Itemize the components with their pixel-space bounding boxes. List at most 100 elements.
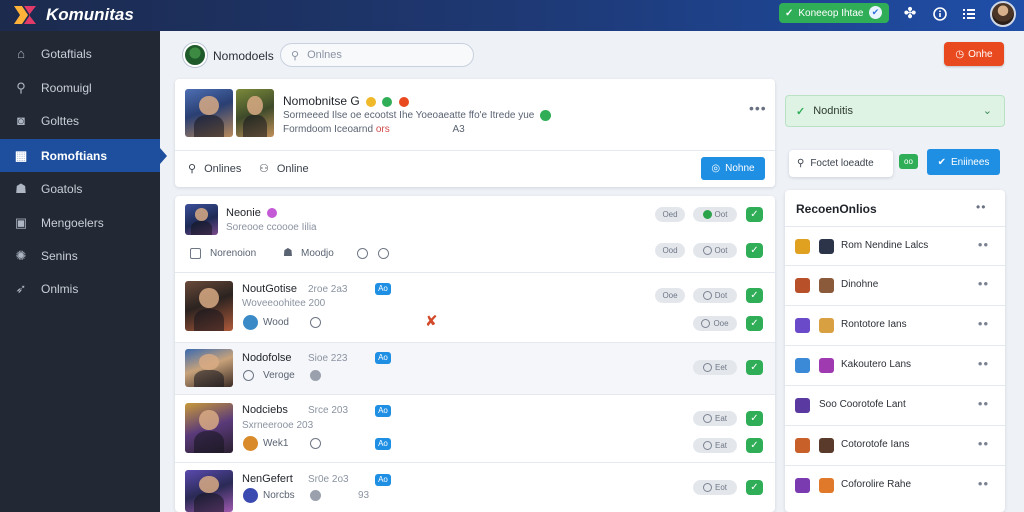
- approve-icon[interactable]: ✓: [746, 480, 763, 495]
- list-item-label: Cotorotofe Ians: [841, 439, 910, 450]
- more-options-icon[interactable]: ••: [978, 476, 989, 491]
- more-options-icon[interactable]: ••: [976, 200, 986, 214]
- approve-icon[interactable]: ✓: [746, 243, 763, 258]
- more-options-icon[interactable]: ••: [978, 237, 989, 252]
- menu-icon[interactable]: [959, 4, 979, 24]
- sword-icon[interactable]: ✘: [425, 312, 438, 330]
- search-icon: ⚲: [797, 158, 805, 169]
- feed-badge[interactable]: Ao: [375, 352, 391, 364]
- tag-chip[interactable]: Eot: [693, 480, 737, 495]
- feed-badge[interactable]: Ao: [375, 283, 391, 295]
- approve-icon[interactable]: ✓: [746, 411, 763, 426]
- info-icon[interactable]: [930, 4, 950, 24]
- approve-icon[interactable]: ✓: [746, 360, 763, 375]
- tag-chip[interactable]: Oot: [693, 207, 737, 222]
- list-item[interactable]: Coforolire Rahe ••: [785, 465, 1005, 505]
- status-icon: [310, 317, 321, 328]
- select-checkbox[interactable]: [190, 248, 201, 259]
- feed-avatar[interactable]: [185, 403, 233, 453]
- sidebar-item-media[interactable]: ▣ Mengoelers: [0, 206, 160, 239]
- feed-line2-label: Norcbs: [263, 490, 295, 501]
- tag-chip[interactable]: Ooe: [655, 288, 685, 303]
- join-button[interactable]: ✔ Eniinees: [927, 149, 1000, 175]
- check-icon: ✓: [785, 7, 794, 19]
- feed-name: Nodciebs: [242, 404, 288, 416]
- tag-chip[interactable]: Eat: [693, 411, 737, 426]
- feed-avatar[interactable]: [185, 204, 218, 235]
- community-avatar[interactable]: [183, 43, 207, 67]
- tag-chip[interactable]: Ooe: [693, 316, 737, 331]
- more-options-icon[interactable]: ••: [978, 396, 989, 411]
- mini-avatar[interactable]: [243, 488, 258, 503]
- feed-sub: Woveeoohitee 200: [242, 298, 326, 309]
- brand-name[interactable]: Komunitas: [46, 5, 134, 25]
- logo-icon[interactable]: [12, 4, 38, 26]
- featured-desc-line1: Sormeeed Ilse oe ecootst Ihe Yoeoaeatte …: [283, 110, 552, 121]
- mini-avatar[interactable]: [243, 315, 258, 330]
- sidebar-item-search[interactable]: ⚲ Roomuigl: [0, 71, 160, 104]
- tab-label: Online: [276, 162, 309, 175]
- more-options-icon[interactable]: ••: [978, 276, 989, 291]
- list-item[interactable]: Rom Nendine Lalcs ••: [785, 226, 1005, 266]
- sidebar-item-label: Gotaftials: [41, 46, 92, 61]
- sidebar-item-camera[interactable]: ◙ Golttes: [0, 104, 160, 137]
- feed-badge[interactable]: Ao: [375, 438, 391, 450]
- approve-icon[interactable]: ✓: [746, 288, 763, 303]
- green-badge-icon: [382, 96, 393, 107]
- count-tag[interactable]: oo: [899, 154, 918, 169]
- tag-chip[interactable]: Eat: [693, 438, 737, 453]
- mini-avatar[interactable]: [243, 436, 258, 451]
- tag-chip[interactable]: Oot: [693, 243, 737, 258]
- tab-online[interactable]: ⚇ Online: [259, 162, 309, 176]
- sidebar-item-contacts[interactable]: ☗ Goatols: [0, 172, 160, 205]
- tag-chip[interactable]: Ood: [655, 243, 685, 258]
- sidebar-item-settings[interactable]: ✺ Senins: [0, 239, 160, 272]
- filter-dropdown[interactable]: ✓ Nodnitis ⌄: [785, 95, 1005, 127]
- list-item[interactable]: Cotorotofe Ians ••: [785, 425, 1005, 465]
- item-icon: [819, 318, 834, 333]
- item-icon: [819, 438, 834, 453]
- status-pill[interactable]: ✓ Koneeop Ihtae ✔: [779, 3, 889, 23]
- list-item[interactable]: Kakoutero Lans ••: [785, 345, 1005, 385]
- filter-input[interactable]: ⚲ Foctet loeadte: [789, 150, 893, 177]
- sidebar-item-online[interactable]: ➶ Onlmis: [0, 272, 160, 305]
- more-options-icon[interactable]: ••: [978, 316, 989, 331]
- list-item[interactable]: Soo Coorotofe Lant ••: [785, 385, 1005, 425]
- approve-icon[interactable]: ✓: [746, 438, 763, 453]
- follow-button[interactable]: ◎ Nohne: [701, 157, 765, 180]
- more-options-icon[interactable]: ••: [978, 356, 989, 371]
- tag-chip[interactable]: Eet: [693, 360, 737, 375]
- tag-chip[interactable]: Dot: [693, 288, 737, 303]
- camera-icon: ◙: [17, 112, 25, 128]
- more-options-icon[interactable]: •••: [749, 100, 767, 116]
- feed-avatar[interactable]: [185, 349, 233, 387]
- user-avatar[interactable]: [990, 1, 1016, 27]
- feed-badge[interactable]: Ao: [375, 405, 391, 417]
- online-list-title: RecoenOnlios: [796, 202, 877, 216]
- tab-onlines[interactable]: ⚲ Onlines: [188, 162, 241, 176]
- featured-thumb-2[interactable]: [236, 89, 274, 137]
- sidebar-item-home[interactable]: ⌂ Gotaftials: [0, 37, 160, 70]
- chat-icon[interactable]: [378, 248, 389, 259]
- approve-icon[interactable]: ✓: [746, 207, 763, 222]
- row-divider: [175, 462, 775, 463]
- featured-thumb-1[interactable]: [185, 89, 233, 137]
- list-item[interactable]: Rontotore Ians ••: [785, 305, 1005, 345]
- sidebar-item-communities[interactable]: ▦ Romoftians: [0, 139, 167, 172]
- top-bar: Komunitas ✓ Koneeop Ihtae ✔ ✤: [0, 0, 1024, 31]
- action-button[interactable]: ◷ Onhe: [944, 42, 1004, 66]
- status-icon: [243, 370, 254, 381]
- approve-icon[interactable]: ✓: [746, 316, 763, 331]
- feed-sub: Sxrneerooe 203: [242, 420, 314, 431]
- sidebar-item-label: Goatols: [41, 181, 83, 196]
- pin-icon: ➶: [15, 280, 27, 296]
- feed-avatar[interactable]: [185, 281, 233, 331]
- list-item-label: Kakoutero Lans: [841, 359, 912, 370]
- feed-badge[interactable]: Ao: [375, 474, 391, 486]
- list-item[interactable]: Dinohne ••: [785, 265, 1005, 305]
- more-options-icon[interactable]: ••: [978, 436, 989, 451]
- search-input[interactable]: ⚲ Onlnes: [280, 43, 474, 67]
- puzzle-icon[interactable]: ✤: [900, 4, 920, 24]
- feed-avatar[interactable]: [185, 470, 233, 512]
- tag-chip[interactable]: Oed: [655, 207, 685, 222]
